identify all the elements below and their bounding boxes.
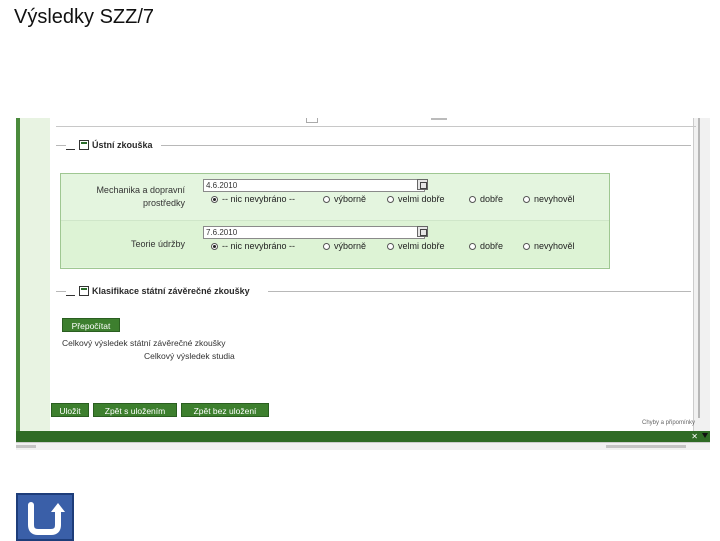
back-with-save-button[interactable]: Zpět s uložením: [93, 403, 177, 417]
total-study-label: Celkový výsledek studia: [144, 351, 235, 361]
collapse-icon[interactable]: [66, 294, 75, 296]
radio-velmi-dobre[interactable]: velmi dobře: [387, 241, 445, 251]
fieldset-border: [268, 291, 691, 292]
radio-none[interactable]: -- nic nevybráno --: [211, 194, 295, 204]
classification-legend: Klasifikace státní závěrečné zkoušky: [92, 286, 250, 296]
horizontal-scrollbar[interactable]: [16, 442, 710, 450]
fieldset-border: [56, 291, 66, 292]
fieldset-toggle-icon[interactable]: [79, 140, 89, 150]
radio-dot-icon: [387, 242, 394, 250]
slide-title: Výsledky SZZ/7: [14, 6, 155, 28]
scrollbar-track: [698, 118, 700, 418]
exam-row: Mechanika a dopravní prostředky 4.6.2010…: [61, 174, 609, 221]
calendar-icon[interactable]: [417, 226, 428, 237]
save-button[interactable]: Uložit: [51, 403, 89, 417]
radio-dobre[interactable]: dobře: [469, 194, 503, 204]
radio-label: výborně: [334, 241, 367, 251]
radio-dot-icon: [469, 242, 476, 250]
fieldset-border: [56, 145, 66, 146]
errors-link[interactable]: Chyby a připomínky: [642, 420, 695, 426]
cut-mark: [431, 118, 447, 120]
u-turn-arrow-icon[interactable]: [16, 493, 74, 541]
calendar-icon[interactable]: [417, 179, 428, 190]
row-label-line: Teorie údržby: [130, 239, 185, 249]
radio-label: nevyhověl: [534, 194, 575, 204]
radio-dot-icon: [387, 195, 394, 203]
radio-vyborne[interactable]: výborně: [323, 194, 366, 204]
total-exam-label: Celkový výsledek státní závěrečné zkoušk…: [62, 338, 226, 348]
radio-label: -- nic nevybráno --: [222, 194, 296, 204]
radio-dobre[interactable]: dobře: [469, 241, 503, 251]
top-cut-section: [56, 118, 696, 127]
exam-date-input[interactable]: 7.6.2010: [203, 226, 425, 239]
fieldset-border: [161, 145, 691, 146]
row-label-line: prostředky: [142, 198, 185, 208]
row-label: Mechanika a dopravní prostředky: [75, 184, 185, 210]
radio-dot-icon: [323, 242, 330, 250]
classification-fieldset-header: Klasifikace státní závěrečné zkoušky: [66, 284, 250, 298]
radio-label: -- nic nevybráno --: [222, 241, 296, 251]
radio-label: výborně: [334, 194, 367, 204]
close-icon[interactable]: ✕: [691, 432, 698, 441]
dropdown-arrow-icon[interactable]: [702, 433, 708, 438]
radio-label: velmi dobře: [398, 194, 445, 204]
scroll-thumb: [16, 445, 36, 448]
radio-label: dobře: [480, 241, 504, 251]
row-label-line: Mechanika a dopravní: [96, 185, 185, 195]
back-without-save-button[interactable]: Zpět bez uložení: [181, 403, 269, 417]
oral-exam-legend: Ústní zkouška: [92, 140, 153, 150]
radio-velmi-dobre[interactable]: velmi dobře: [387, 194, 445, 204]
radio-dot-icon: [523, 242, 530, 250]
exam-date-input[interactable]: 4.6.2010: [203, 179, 425, 192]
row-label: Teorie údržby: [75, 238, 185, 251]
radio-dot-icon: [211, 242, 218, 250]
bottom-status-bar: ✕: [16, 431, 710, 442]
oral-exam-fieldset-header: Ústní zkouška: [66, 138, 153, 152]
screenshot-frame: Ústní zkouška Mechanika a dopravní prost…: [16, 118, 710, 450]
radio-label: dobře: [480, 194, 504, 204]
radio-dot-icon: [323, 195, 330, 203]
radio-dot-icon: [211, 195, 218, 203]
radio-dot-icon: [469, 195, 476, 203]
cut-mark: [306, 118, 318, 123]
left-gutter: [20, 118, 50, 434]
radio-label: nevyhověl: [534, 241, 575, 251]
oral-exam-panel: Mechanika a dopravní prostředky 4.6.2010…: [60, 173, 610, 269]
radio-dot-icon: [523, 195, 530, 203]
fieldset-toggle-icon[interactable]: [79, 286, 89, 296]
radio-nevyhovel[interactable]: nevyhověl: [523, 194, 575, 204]
recalculate-button[interactable]: Přepočítat: [62, 318, 120, 332]
scroll-thumb: [606, 445, 686, 448]
radio-none[interactable]: -- nic nevybráno --: [211, 241, 295, 251]
radio-vyborne[interactable]: výborně: [323, 241, 366, 251]
u-turn-arrow-graphic: [28, 502, 65, 535]
radio-nevyhovel[interactable]: nevyhověl: [523, 241, 575, 251]
vertical-scrollbar[interactable]: [693, 118, 710, 434]
radio-label: velmi dobře: [398, 241, 445, 251]
collapse-icon[interactable]: [66, 148, 75, 150]
exam-row: Teorie údržby 7.6.2010 -- nic nevybráno …: [61, 221, 609, 267]
